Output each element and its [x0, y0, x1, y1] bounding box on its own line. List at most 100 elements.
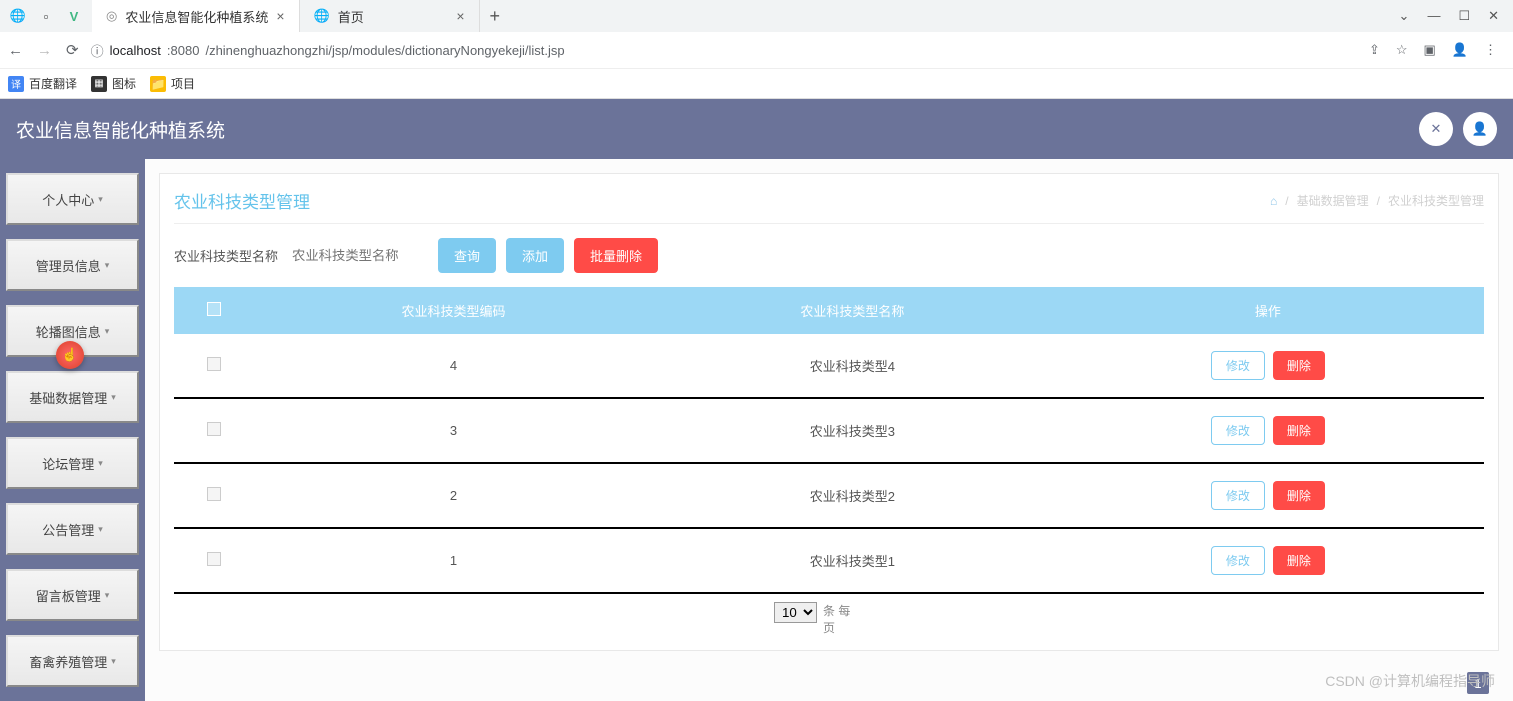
add-button[interactable]: 添加: [506, 238, 564, 273]
edit-button[interactable]: 修改: [1211, 351, 1265, 380]
row-checkbox[interactable]: [207, 552, 221, 566]
reload-icon[interactable]: ⟳: [66, 41, 79, 59]
sidebar-item-livestock[interactable]: 畜禽养殖管理: [6, 635, 139, 687]
edit-button[interactable]: 修改: [1211, 416, 1265, 445]
bookmark-item[interactable]: 📁 项目: [150, 75, 195, 92]
delete-button[interactable]: 删除: [1273, 481, 1325, 510]
folder-icon: 📁: [150, 76, 166, 92]
delete-button[interactable]: 删除: [1273, 416, 1325, 445]
app-header: 农业信息智能化种植系统 ✕ 👤: [0, 99, 1513, 159]
tab-favicon-icon: ◎: [106, 8, 117, 24]
row-checkbox[interactable]: [207, 487, 221, 501]
cell-code: 3: [254, 398, 653, 463]
url-host: localhost: [110, 43, 161, 58]
sidebar-item-message[interactable]: 留言板管理: [6, 569, 139, 621]
bookmark-item[interactable]: ▦ 图标: [91, 75, 136, 92]
minimize-icon[interactable]: —: [1427, 8, 1440, 24]
profile-icon[interactable]: 👤: [1452, 42, 1468, 58]
table-row: 3 农业科技类型3 修改 删除: [174, 398, 1484, 463]
search-button[interactable]: 查询: [438, 238, 496, 273]
sidebar-item-notice[interactable]: 公告管理: [6, 503, 139, 555]
filter-input[interactable]: [288, 242, 428, 269]
row-checkbox[interactable]: [207, 422, 221, 436]
tab-title: 首页: [338, 7, 364, 26]
cell-name: 农业科技类型2: [653, 463, 1052, 528]
close-icon[interactable]: ×: [276, 8, 284, 24]
back-icon[interactable]: ←: [8, 42, 23, 59]
browser-tab-active[interactable]: ◎ 农业信息智能化种植系统 ×: [92, 0, 300, 32]
bookmark-item[interactable]: 译 百度翻译: [8, 75, 77, 92]
app-title: 农业信息智能化种植系统: [16, 116, 225, 143]
cell-code: 4: [254, 334, 653, 398]
url-path: /zhinenghuazhongzhi/jsp/modules/dictiona…: [205, 43, 564, 58]
image-icon: ▦: [91, 76, 107, 92]
pagination-text: 页: [823, 621, 835, 635]
breadcrumb: ⌂ / 基础数据管理 / 农业科技类型管理: [1270, 192, 1484, 209]
table-row: 2 农业科技类型2 修改 删除: [174, 463, 1484, 528]
translate-icon: 译: [8, 76, 24, 92]
filter-label: 农业科技类型名称: [174, 246, 278, 265]
maximize-icon[interactable]: ☐: [1458, 8, 1470, 24]
content-area: 农业科技类型管理 ⌂ / 基础数据管理 / 农业科技类型管理 农业科技类型名称 …: [145, 159, 1513, 701]
table-row: 4 农业科技类型4 修改 删除: [174, 334, 1484, 398]
cell-name: 农业科技类型3: [653, 398, 1052, 463]
home-icon[interactable]: ⌂: [1270, 194, 1277, 208]
delete-button[interactable]: 删除: [1273, 351, 1325, 380]
vue-icon[interactable]: V: [66, 8, 82, 24]
select-all-checkbox[interactable]: [207, 302, 221, 316]
table-header-row: 农业科技类型编码 农业科技类型名称 操作: [174, 287, 1484, 334]
panel-icon[interactable]: ▣: [1424, 42, 1436, 58]
tab-bar: 🌐 ▫ V ◎ 农业信息智能化种植系统 × 🌐 首页 × + ⌄ — ☐ ✕: [0, 0, 1513, 32]
sidebar-item-admin[interactable]: 管理员信息: [6, 239, 139, 291]
column-header: 操作: [1052, 287, 1484, 334]
new-tab-button[interactable]: +: [480, 6, 511, 27]
close-window-icon[interactable]: ✕: [1488, 8, 1499, 24]
window-controls: ⌄ — ☐ ✕: [1385, 8, 1513, 24]
panel-header: 农业科技类型管理 ⌂ / 基础数据管理 / 农业科技类型管理: [174, 188, 1484, 224]
menu-icon[interactable]: ⋮: [1484, 42, 1497, 58]
forward-icon[interactable]: →: [37, 42, 52, 59]
site-info-icon[interactable]: ⓘ: [91, 41, 104, 60]
url-input[interactable]: ⓘ localhost:8080/zhinenghuazhongzhi/jsp/…: [91, 41, 1357, 60]
app-body: 个人中心 管理员信息 轮播图信息 基础数据管理 论坛管理 公告管理 留言板管理 …: [0, 159, 1513, 701]
panel: 农业科技类型管理 ⌂ / 基础数据管理 / 农业科技类型管理 农业科技类型名称 …: [159, 173, 1499, 651]
pagination-text: 条 每: [823, 604, 850, 618]
edit-button[interactable]: 修改: [1211, 481, 1265, 510]
column-header: 农业科技类型名称: [653, 287, 1052, 334]
cell-code: 2: [254, 463, 653, 528]
fullscreen-button[interactable]: ✕: [1419, 112, 1453, 146]
row-checkbox[interactable]: [207, 357, 221, 371]
table-row: 1 农业科技类型1 修改 删除: [174, 528, 1484, 593]
cursor-indicator-icon: [56, 341, 84, 369]
column-header: 农业科技类型编码: [254, 287, 653, 334]
user-button[interactable]: 👤: [1463, 112, 1497, 146]
pagination: 10 条 每 页: [174, 602, 1484, 636]
browser-chrome: 🌐 ▫ V ◎ 农业信息智能化种植系统 × 🌐 首页 × + ⌄ — ☐ ✕ ←…: [0, 0, 1513, 99]
panel-title: 农业科技类型管理: [174, 188, 310, 213]
cell-code: 1: [254, 528, 653, 593]
sidebar-item-forum[interactable]: 论坛管理: [6, 437, 139, 489]
close-icon[interactable]: ×: [456, 8, 464, 24]
star-icon[interactable]: ☆: [1396, 42, 1408, 58]
edit-button[interactable]: 修改: [1211, 546, 1265, 575]
tab-favicon-icon: 🌐: [314, 8, 330, 24]
watermark: CSDN @计算机编程指导师: [1325, 671, 1495, 691]
breadcrumb-item: 农业科技类型管理: [1388, 192, 1484, 209]
browser-tab-inactive[interactable]: 🌐 首页 ×: [300, 0, 480, 32]
share-icon[interactable]: ⇪: [1369, 42, 1380, 58]
breadcrumb-item[interactable]: 基础数据管理: [1297, 192, 1369, 209]
globe-icon[interactable]: 🌐: [10, 8, 26, 24]
sidebar: 个人中心 管理员信息 轮播图信息 基础数据管理 论坛管理 公告管理 留言板管理 …: [0, 159, 145, 701]
page-size-select[interactable]: 10: [774, 602, 817, 623]
bulk-delete-button[interactable]: 批量删除: [574, 238, 658, 273]
chevron-down-icon[interactable]: ⌄: [1399, 8, 1410, 24]
data-table: 农业科技类型编码 农业科技类型名称 操作 4 农业科技类型4 修改 删除 3 农…: [174, 287, 1484, 594]
blank-tab-icon[interactable]: ▫: [38, 8, 54, 24]
cell-name: 农业科技类型4: [653, 334, 1052, 398]
delete-button[interactable]: 删除: [1273, 546, 1325, 575]
address-bar: ← → ⟳ ⓘ localhost:8080/zhinenghuazhongzh…: [0, 32, 1513, 68]
tab-title: 农业信息智能化种植系统: [125, 7, 268, 26]
sidebar-item-profile[interactable]: 个人中心: [6, 173, 139, 225]
sidebar-item-basedata[interactable]: 基础数据管理: [6, 371, 139, 423]
filter-row: 农业科技类型名称 查询 添加 批量删除: [174, 238, 1484, 273]
